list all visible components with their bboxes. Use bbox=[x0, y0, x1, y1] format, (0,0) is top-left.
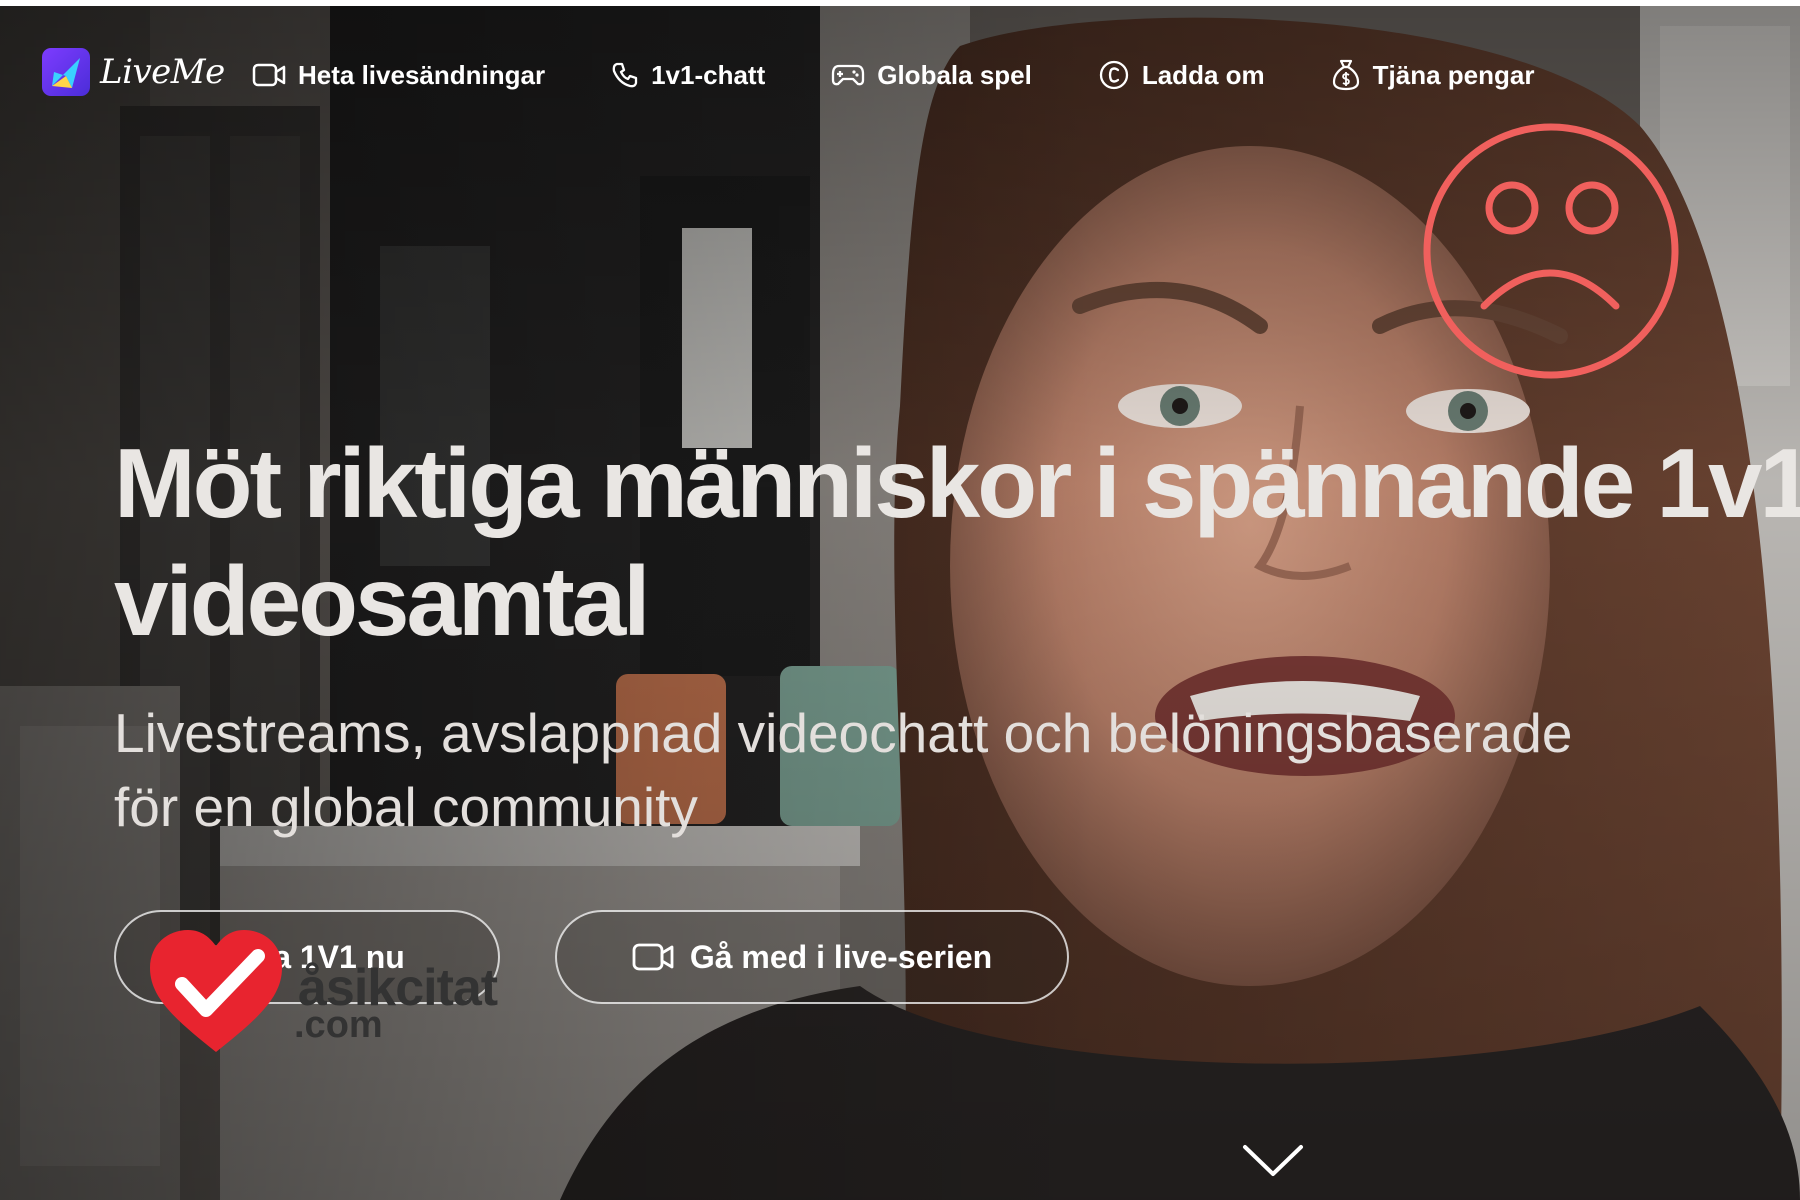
nav-item-label: 1v1-chatt bbox=[651, 59, 766, 90]
money-bag-icon bbox=[1332, 59, 1359, 91]
nav-item-global-games[interactable]: Globala spel bbox=[831, 60, 1032, 91]
gamepad-icon bbox=[832, 64, 865, 86]
brand-name: LiveMe bbox=[100, 52, 225, 92]
chevron-down-icon[interactable] bbox=[1242, 1144, 1304, 1178]
hero-title: Möt riktiga människor i spännande 1v1 vi… bbox=[114, 424, 1800, 660]
watermark: åsikcitat .com bbox=[146, 928, 536, 1058]
hero-title-line-1: Möt riktiga människor i spännande 1v1 bbox=[114, 428, 1800, 538]
hero-subtitle-line-1: Livestreams, avslappnad videochatt och b… bbox=[114, 702, 1573, 764]
watermark-domain: .com bbox=[294, 1004, 383, 1046]
nav-item-label: Heta livesändningar bbox=[298, 59, 546, 90]
hero-subtitle-line-2: för en global community bbox=[114, 776, 698, 838]
heart-check-icon bbox=[150, 930, 282, 1052]
nav-item-earn-money[interactable]: Tjäna pengar bbox=[1331, 58, 1535, 92]
nav-item-label: Globala spel bbox=[877, 59, 1032, 90]
page-frame: LiveMe Heta livesändningar 1v1-chatt Glo… bbox=[0, 6, 1800, 1200]
nav-item-hot-live[interactable]: Heta livesändningar bbox=[252, 60, 545, 91]
video-camera-icon bbox=[632, 943, 674, 971]
hero-subtitle: Livestreams, avslappnad videochatt och b… bbox=[114, 696, 1572, 844]
phone-icon bbox=[612, 62, 638, 88]
nav-item-1v1-chat[interactable]: 1v1-chatt bbox=[611, 60, 765, 91]
join-live-series-button-label: Gå med i live-serien bbox=[689, 938, 993, 975]
brand-logo[interactable]: LiveMe bbox=[42, 48, 225, 96]
nav-item-label: Tjäna pengar bbox=[1372, 59, 1535, 90]
main-nav: Heta livesändningar 1v1-chatt Globala sp… bbox=[252, 58, 1600, 92]
join-live-series-button[interactable]: Gå med i live-serien bbox=[555, 910, 1069, 1004]
coin-icon bbox=[1099, 60, 1128, 90]
liveme-logo-icon bbox=[42, 48, 90, 96]
video-camera-icon bbox=[252, 63, 286, 87]
nav-item-label: Ladda om bbox=[1141, 59, 1265, 90]
nav-item-recharge[interactable]: Ladda om bbox=[1098, 59, 1265, 91]
hero-title-line-2: videosamtal bbox=[114, 546, 650, 656]
sad-face-icon bbox=[1423, 123, 1679, 379]
